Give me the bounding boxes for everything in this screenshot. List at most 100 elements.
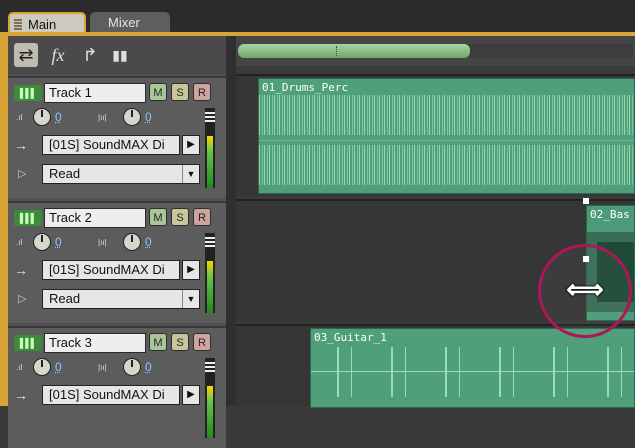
meter-fill <box>207 261 213 313</box>
solo-button[interactable]: S <box>171 333 189 351</box>
automation-mode-select[interactable]: Read ▼ <box>42 164 200 184</box>
audio-clip[interactable]: 01_Drums_Perc <box>258 78 635 194</box>
fx-icon[interactable]: fx <box>46 43 70 67</box>
pan-knob[interactable] <box>123 108 141 126</box>
chevron-down-icon: ▼ <box>182 290 199 308</box>
volume-knob[interactable] <box>33 358 51 376</box>
playhead-marker <box>336 46 338 56</box>
meter-ticks <box>205 112 215 122</box>
volume-pan-row: .ıl 0 |ıı| 0 <box>14 108 214 128</box>
clip-name: 02_Bas <box>590 208 630 221</box>
input-arrow-icon: → <box>14 262 28 278</box>
tab-mixer-label: Mixer <box>108 15 140 30</box>
volume-knob[interactable] <box>33 108 51 126</box>
record-arm-button[interactable]: R <box>193 208 211 226</box>
volume-knob[interactable] <box>33 233 51 251</box>
meter-ticks <box>205 362 215 372</box>
multitrack-editor: Main Mixer ⇄ fx ↱ ▮▮ ▌▌▌ Track 1 M S R .… <box>0 0 635 448</box>
volume-icon: .ıl <box>16 363 23 372</box>
input-selector[interactable]: [01S] SoundMAX Di <box>42 260 180 280</box>
audio-track-icon: ▌▌▌ <box>14 335 42 351</box>
input-selector[interactable]: [01S] SoundMAX Di <box>42 385 180 405</box>
track-lane-1[interactable]: 01_Drums_Perc <box>236 74 635 196</box>
expand-triangle-icon[interactable]: ▷ <box>18 292 26 305</box>
record-arm-button[interactable]: R <box>193 83 211 101</box>
mute-button[interactable]: M <box>149 208 167 226</box>
mute-button[interactable]: M <box>149 83 167 101</box>
input-menu-button[interactable]: ▶ <box>182 135 200 155</box>
tab-mixer[interactable]: Mixer <box>90 12 170 34</box>
timeline-area: 01_Drums_Perc 02_Bas 03_Guitar_1 <box>236 36 635 408</box>
audio-clip[interactable]: 03_Guitar_1 <box>310 328 635 408</box>
track-header-3: ▌▌▌ Track 3 M S R .ıl 0 |ıı| 0 → [01S] S… <box>8 326 226 448</box>
volume-pan-row: .ıl 0 |ıı| 0 <box>14 233 214 253</box>
input-row: → [01S] SoundMAX Di ▶ <box>14 260 214 282</box>
pan-value[interactable]: 0 <box>145 360 152 374</box>
clip-name: 01_Drums_Perc <box>262 81 349 94</box>
sends-icon[interactable]: ↱ <box>78 43 102 67</box>
volume-value[interactable]: 0 <box>55 235 62 249</box>
level-meter <box>205 358 215 438</box>
solo-button[interactable]: S <box>171 208 189 226</box>
waveform-centerline <box>311 371 634 372</box>
audio-track-icon: ▌▌▌ <box>14 85 42 101</box>
volume-value[interactable]: 0 <box>55 360 62 374</box>
pan-value[interactable]: 0 <box>145 110 152 124</box>
volume-value[interactable]: 0 <box>55 110 62 124</box>
pan-knob[interactable] <box>123 233 141 251</box>
chevron-down-icon: ▼ <box>182 165 199 183</box>
input-menu-button[interactable]: ▶ <box>182 385 200 405</box>
tab-main[interactable]: Main <box>8 12 86 34</box>
zoom-navigator <box>236 36 635 66</box>
level-meter <box>205 233 215 313</box>
meter-icon[interactable]: ▮▮ <box>108 43 132 67</box>
automation-mode-select[interactable]: Read ▼ <box>42 289 200 309</box>
track-name-field[interactable]: Track 1 <box>44 83 146 103</box>
mute-button[interactable]: M <box>149 333 167 351</box>
pan-icon: |ıı| <box>98 238 107 247</box>
automation-row: ▷ Read ▼ <box>14 289 214 311</box>
pan-value[interactable]: 0 <box>145 235 152 249</box>
input-row: → [01S] SoundMAX Di ▶ <box>14 135 214 157</box>
expand-triangle-icon[interactable]: ▷ <box>18 167 26 180</box>
input-menu-button[interactable]: ▶ <box>182 260 200 280</box>
clip-edge-handle[interactable] <box>583 198 589 204</box>
waveform-right <box>259 145 634 185</box>
input-arrow-icon: → <box>14 387 28 403</box>
track-controls-panel: ⇄ fx ↱ ▮▮ ▌▌▌ Track 1 M S R .ıl 0 |ıı| 0… <box>8 36 226 448</box>
track-header-2: ▌▌▌ Track 2 M S R .ıl 0 |ıı| 0 → [01S] S… <box>8 201 226 323</box>
track-name-field[interactable]: Track 3 <box>44 333 146 353</box>
pan-icon: |ıı| <box>98 113 107 122</box>
meter-ticks <box>205 237 215 247</box>
input-selector[interactable]: [01S] SoundMAX Di <box>42 135 180 155</box>
track-header-1: ▌▌▌ Track 1 M S R .ıl 0 |ıı| 0 → [01S] S… <box>8 76 226 198</box>
channel-separator <box>259 140 634 141</box>
automation-row: ▷ Read ▼ <box>14 164 214 186</box>
waveform <box>311 347 634 397</box>
panel-divider[interactable] <box>226 36 236 406</box>
pan-knob[interactable] <box>123 358 141 376</box>
switch-view-icon[interactable]: ⇄ <box>14 43 38 67</box>
clip-name: 03_Guitar_1 <box>314 331 387 344</box>
meter-fill <box>207 136 213 188</box>
track-toolbar: ⇄ fx ↱ ▮▮ <box>8 36 226 74</box>
input-arrow-icon: → <box>14 137 28 153</box>
volume-icon: .ıl <box>16 113 23 122</box>
input-row: → [01S] SoundMAX Di ▶ <box>14 385 214 407</box>
zoom-thumb[interactable] <box>238 44 470 58</box>
volume-icon: .ıl <box>16 238 23 247</box>
panel-frame <box>0 36 8 406</box>
panel-tab-bar: Main Mixer <box>0 0 635 36</box>
solo-button[interactable]: S <box>171 83 189 101</box>
audio-track-icon: ▌▌▌ <box>14 210 42 226</box>
grip-icon <box>14 19 22 30</box>
resize-horizontal-cursor-icon: ⟺ <box>566 274 604 304</box>
volume-pan-row: .ıl 0 |ıı| 0 <box>14 358 214 378</box>
automation-mode-label: Read <box>49 291 81 306</box>
track-name-field[interactable]: Track 2 <box>44 208 146 228</box>
automation-mode-label: Read <box>49 166 81 181</box>
record-arm-button[interactable]: R <box>193 333 211 351</box>
meter-fill <box>207 386 213 438</box>
level-meter <box>205 108 215 188</box>
pan-icon: |ıı| <box>98 363 107 372</box>
